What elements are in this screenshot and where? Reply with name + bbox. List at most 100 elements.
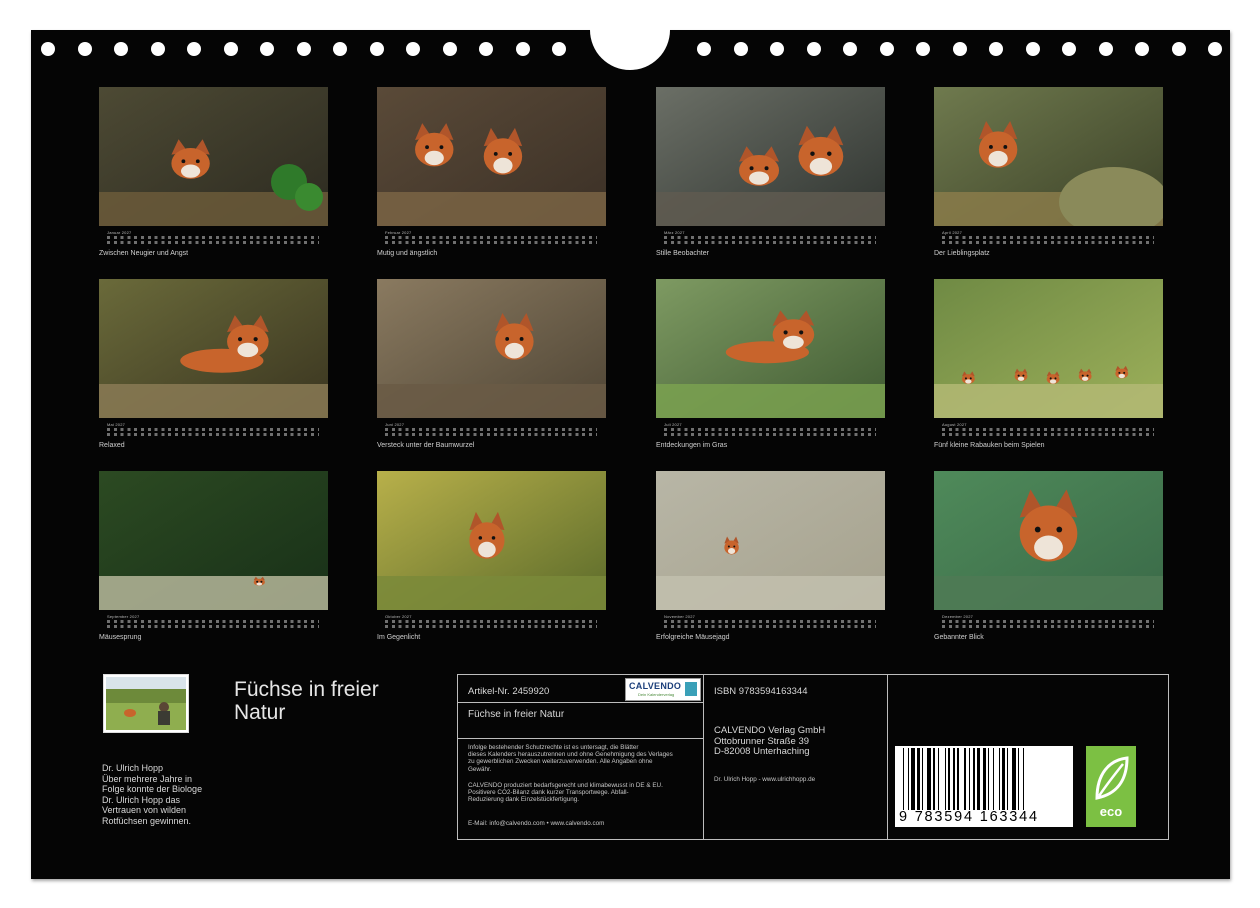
calendar-days [107,236,319,245]
barcode-number: 9 783594 163344 [899,809,1039,825]
calendar-days [664,620,876,629]
calendar-day-row [385,241,597,244]
month-name: November 2027 [664,614,696,619]
calendar-day-row [664,241,876,244]
fox-photo [99,471,328,610]
contact-email: E-Mail: info@calvendo.com • www.calvendo… [468,820,605,827]
month-name: Juli 2027 [664,422,682,427]
calendar-days [385,620,597,629]
calendar-days [942,620,1154,629]
barcode-bar [1023,748,1025,810]
author-bio-line: Dr. Ulrich Hopp das [102,794,181,805]
calendar-days [107,428,319,437]
barcode-bar [999,748,1001,810]
binding-hole [260,42,274,56]
calendar-day-row [107,241,319,244]
month-name: März 2027 [664,230,685,235]
author-bio-line: Über mehrere Jahre in [102,773,193,784]
binding-hole [916,42,930,56]
binding-hole [552,42,566,56]
barcode-bar [907,748,910,810]
calendar-day-row [942,241,1154,244]
calendar-day-row [942,428,1154,431]
calendar-day-row [385,625,597,628]
binding-hole [879,42,894,56]
barcode-bar [1011,748,1016,810]
photo-caption: Mäusesprung [99,634,142,641]
month-name: Dezember 2027 [942,614,974,619]
barcode-bar [911,748,915,810]
barcode-bar [973,748,975,810]
calendar-day-row [942,433,1154,436]
calendar-day-row [664,433,876,436]
binding-hole [1098,42,1113,56]
calendar-day-row [107,433,319,436]
barcode-bar [944,748,946,810]
author-photo [103,674,189,733]
month-name: Januar 2027 [107,230,132,235]
fox-photo [656,279,885,418]
barcode-bar [903,748,905,810]
calendar-day-row [664,428,876,431]
barcode-bar [952,748,956,810]
author-bio-line: Rotfüchsen gewinnen. [102,815,192,826]
binding-hole [1062,42,1076,56]
calendar-day-row [107,236,319,239]
month-name: August 2027 [942,422,967,427]
calendar-day-row [664,620,876,623]
author-bio-line: Vertrauen von wilden [102,805,187,815]
calendar-day-row [942,236,1154,239]
binding-hole [515,42,530,56]
binding-hole [989,42,1003,56]
product-title: Füchse in freier Natur [468,709,565,720]
legal-notice: Infolge bestehender Schutzrechte ist es … [468,744,673,773]
photo-caption: Zwischen Neugier und Angst [99,250,189,257]
calendar-days [664,236,876,245]
binding-hole [806,42,821,56]
photo-caption: Erfolgreiche Mäusejagd [656,634,730,641]
calendar-day-row [385,620,597,623]
fox-photo [656,471,885,610]
month-name: Februar 2027 [385,230,412,235]
logo-mark-icon [685,682,697,696]
binding-hole [77,42,92,56]
barcode-bar [992,748,994,810]
fox-photo [656,87,885,226]
calendar-days [385,236,597,245]
binding-hole [333,42,347,56]
month-name: Oktober 2027 [385,614,412,619]
calendar-days [107,620,319,629]
calendar-days [942,428,1154,437]
barcode-bar [1018,748,1020,810]
photo-caption: Mutig und ängstlich [377,250,438,257]
calendar-days [385,428,597,437]
binding-hole [1025,42,1040,56]
barcode-bar [963,748,967,810]
calvendo-logo: CALVENDO Dein Kalenderverlag [625,678,701,701]
calendar-day-row [385,428,597,431]
fox-photo [377,279,606,418]
barcode-bar [957,748,959,810]
fox-photo [99,279,328,418]
binding-hole [1171,42,1186,56]
barcode-bar [917,748,920,810]
isbn: ISBN 9783594163344 [714,686,808,697]
eco-badge: eco [1086,746,1136,827]
calendar-day-row [107,620,319,623]
photo-caption: Versteck unter der Baumwurzel [377,442,475,449]
calendar-title: Füchse in freier Natur [234,678,379,724]
photo-caption: Im Gegenlicht [377,634,421,641]
month-name: September 2027 [107,614,140,619]
divider [458,738,703,739]
barcode-bar [1002,748,1005,810]
calendar-day-row [942,625,1154,628]
barcode-bar [987,748,990,810]
binding-hole [1208,42,1222,56]
info-column-publisher: ISBN 9783594163344 CALVENDO Verlag GmbH … [704,675,888,839]
binding-hole [41,42,55,56]
author-name: Dr. Ulrich Hopp [102,763,164,773]
fox-photo [377,87,606,226]
binding-hole [843,42,857,56]
photo-caption: Entdeckungen im Gras [656,442,728,449]
photo-caption: Relaxed [99,442,125,449]
